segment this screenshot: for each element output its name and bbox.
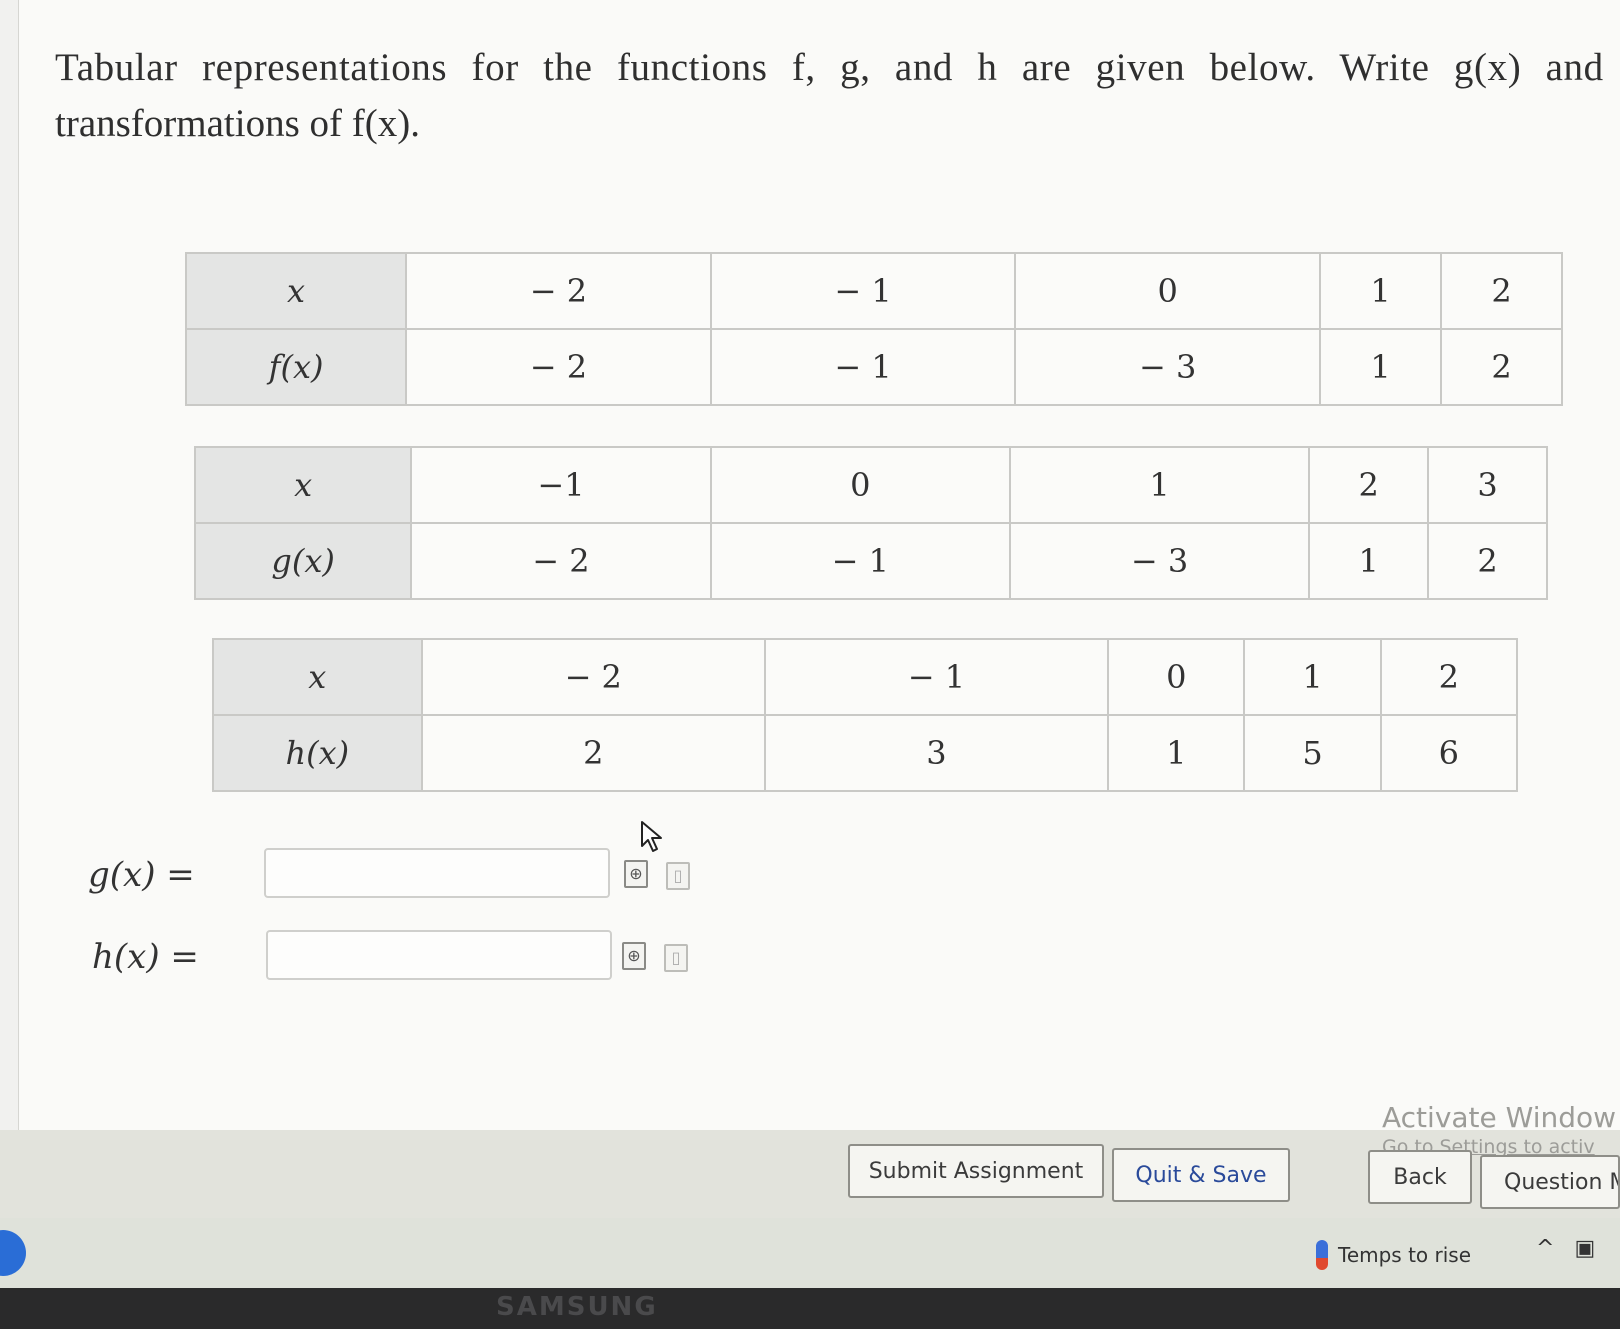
- table-cell: − 1: [709, 252, 1017, 330]
- table-cell: 0: [1014, 252, 1322, 330]
- table-h: x − 2 − 1 0 1 2 h(x) 2 3 1 5 6: [212, 638, 1519, 792]
- prompt-line-2: transformations of f(x).: [55, 102, 420, 145]
- table-cell: − 3: [1008, 522, 1311, 600]
- table-row: x − 2 − 1 0 1 2: [212, 638, 1519, 716]
- start-icon[interactable]: [0, 1230, 26, 1276]
- table-header-x: x: [193, 446, 413, 524]
- table-cell: 0: [709, 446, 1011, 524]
- table-header-fx: f(x): [184, 328, 408, 406]
- table-cell: 2: [1308, 446, 1430, 524]
- taskbar: Temps to rise ^ ▣: [0, 1218, 1620, 1288]
- table-row: h(x) 2 3 1 5 6: [212, 714, 1519, 792]
- table-header-x: x: [212, 638, 423, 716]
- table-row: g(x) − 2 − 1 − 3 1 2: [193, 522, 1548, 600]
- table-row: x − 2 − 1 0 1 2: [184, 252, 1563, 330]
- help-icon[interactable]: ▯: [666, 862, 690, 890]
- table-f: x − 2 − 1 0 1 2 f(x) − 2 − 1 − 3 1 2: [184, 252, 1563, 406]
- monitor-bezel: SAMSUNG: [0, 1288, 1620, 1329]
- table-header-hx: h(x): [212, 714, 423, 792]
- table-row: x −1 0 1 2 3: [193, 446, 1548, 524]
- table-cell: − 2: [405, 252, 712, 330]
- g-answer-label: g(x) =: [88, 855, 195, 895]
- question-prompt: Tabular representations for the function…: [55, 40, 1615, 152]
- preview-icon[interactable]: ⊕: [622, 942, 646, 970]
- table-cell: 2: [1427, 522, 1548, 600]
- table-g: x −1 0 1 2 3 g(x) − 2 − 1 − 3 1 2: [193, 446, 1548, 600]
- next-question-button[interactable]: Question M: [1480, 1155, 1620, 1209]
- weather-widget[interactable]: Temps to rise: [1316, 1240, 1471, 1270]
- table-cell: 2: [420, 714, 766, 792]
- table-header-gx: g(x): [193, 522, 413, 600]
- help-icon[interactable]: ▯: [664, 944, 688, 972]
- table-cell: 2: [1440, 328, 1563, 406]
- table-cell: −1: [410, 446, 712, 524]
- table-cell: 1: [1319, 252, 1442, 330]
- preview-icon[interactable]: ⊕: [624, 860, 648, 888]
- table-cell: − 1: [709, 522, 1011, 600]
- table-cell: − 1: [763, 638, 1110, 716]
- prompt-line-1: Tabular representations for the function…: [55, 46, 1615, 89]
- table-row: f(x) − 2 − 1 − 3 1 2: [184, 328, 1563, 406]
- submit-assignment-button[interactable]: Submit Assignment: [848, 1144, 1104, 1198]
- table-cell: − 3: [1014, 328, 1322, 406]
- table-cell: 2: [1379, 638, 1519, 716]
- thermometer-icon: [1316, 1240, 1328, 1270]
- table-cell: 1: [1319, 328, 1442, 406]
- table-cell: 6: [1379, 714, 1519, 792]
- h-answer-label: h(x) =: [92, 937, 199, 977]
- table-cell: − 1: [709, 328, 1017, 406]
- table-cell: 3: [763, 714, 1110, 792]
- table-cell: 1: [1107, 714, 1246, 792]
- table-header-x: x: [184, 252, 408, 330]
- table-cell: 1: [1008, 446, 1311, 524]
- table-cell: 3: [1427, 446, 1548, 524]
- table-cell: 1: [1243, 638, 1382, 716]
- tray-icon[interactable]: ▣: [1574, 1236, 1595, 1261]
- brand-logo: SAMSUNG: [496, 1292, 658, 1322]
- table-cell: 5: [1243, 714, 1382, 792]
- back-button[interactable]: Back: [1368, 1150, 1472, 1204]
- system-tray: ^ ▣: [1536, 1236, 1595, 1261]
- g-answer-input[interactable]: [264, 848, 610, 898]
- table-cell: − 2: [420, 638, 766, 716]
- table-cell: 2: [1440, 252, 1563, 330]
- table-cell: 1: [1308, 522, 1430, 600]
- h-answer-input[interactable]: [266, 930, 612, 980]
- quit-save-button[interactable]: Quit & Save: [1112, 1148, 1290, 1202]
- table-cell: 0: [1107, 638, 1246, 716]
- table-cell: − 2: [410, 522, 712, 600]
- chevron-up-icon[interactable]: ^: [1536, 1236, 1554, 1261]
- cursor-icon: [641, 821, 662, 852]
- table-cell: − 2: [405, 328, 712, 406]
